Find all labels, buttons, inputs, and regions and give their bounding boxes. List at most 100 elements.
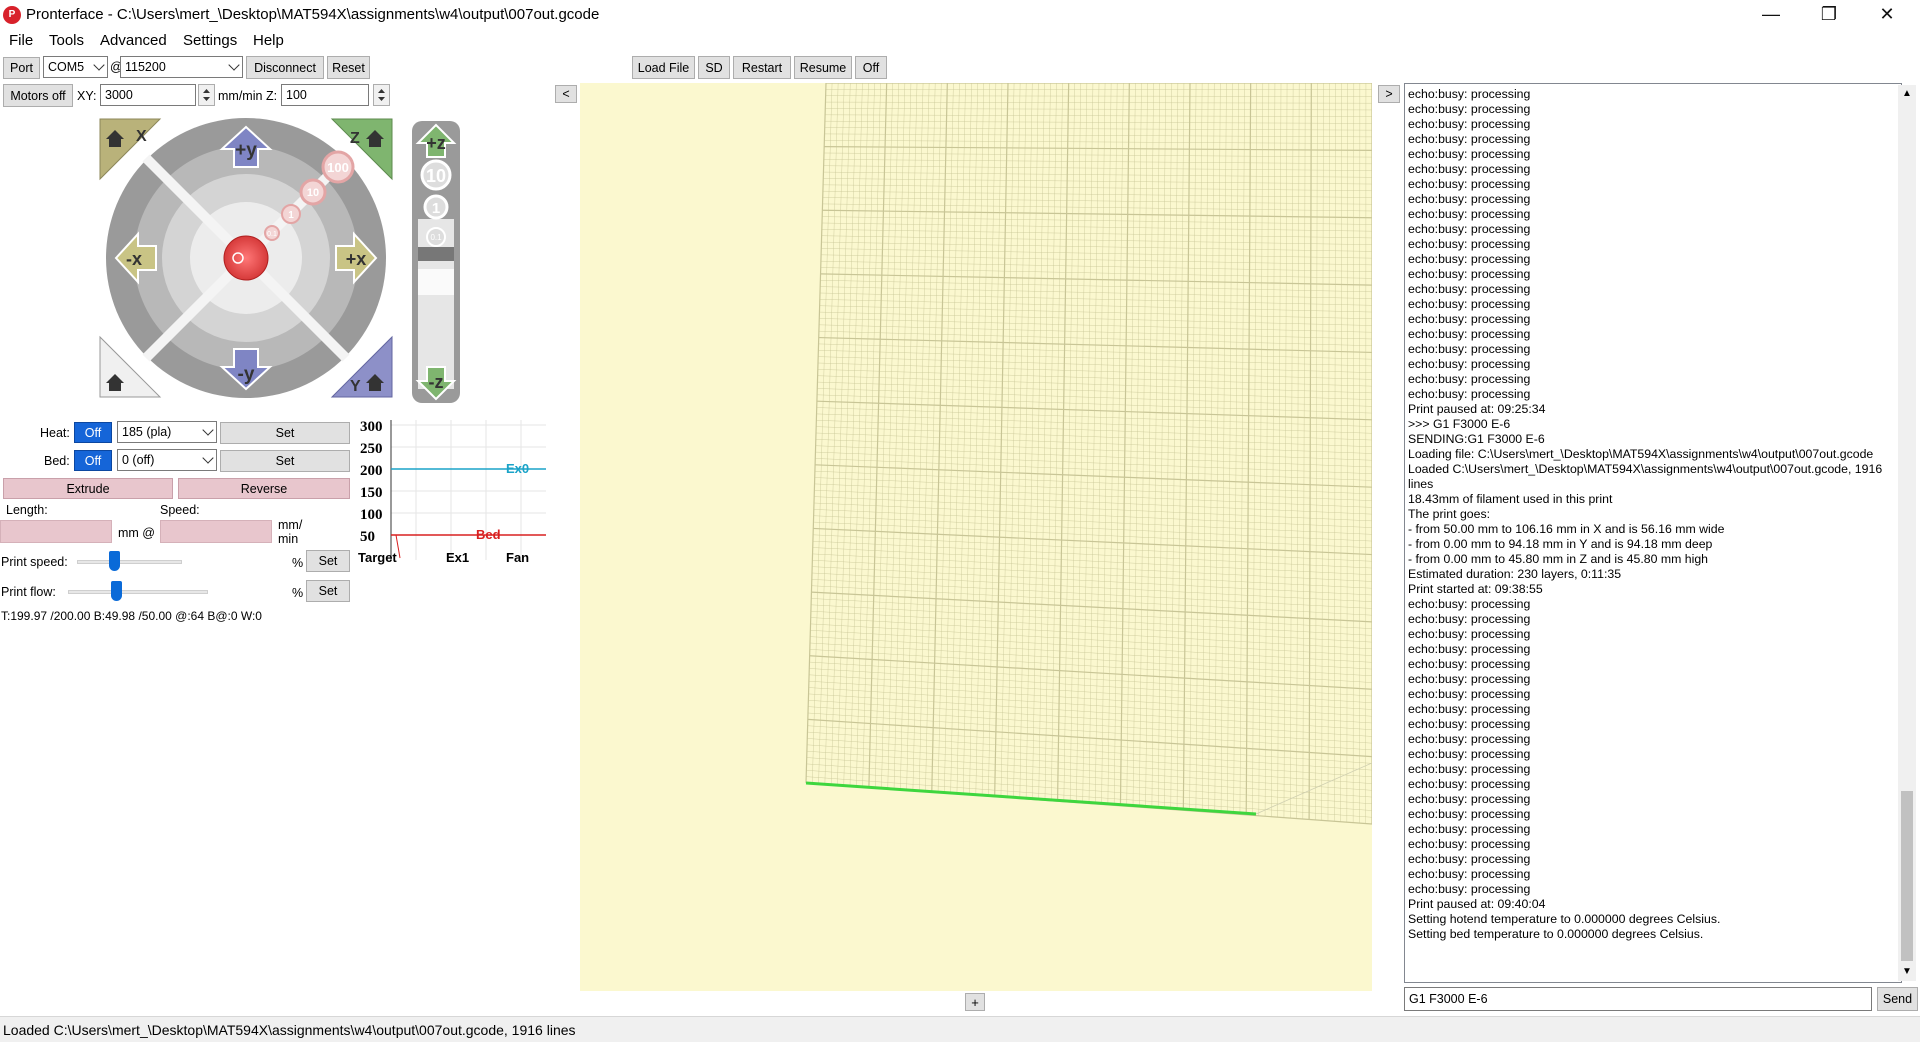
bed-off-button[interactable]: Off (74, 450, 112, 471)
menu-file[interactable]: File (9, 32, 33, 49)
pronterface-logo-icon: P (3, 6, 21, 24)
plus-y-label: +y (235, 140, 257, 161)
maximize-button[interactable]: ❐ (1800, 0, 1858, 29)
menu-advanced[interactable]: Advanced (100, 32, 167, 49)
menu-settings[interactable]: Settings (183, 32, 237, 49)
motors-off-button[interactable]: Motors off (3, 84, 73, 107)
minus-x-label: -x (126, 249, 142, 269)
reverse-button[interactable]: Reverse (178, 478, 350, 499)
console-line: echo:busy: processing (1408, 732, 1531, 746)
minus-z-label: -z (429, 372, 444, 392)
print-flow-set-button[interactable]: Set (306, 580, 350, 602)
scrollbar-thumb[interactable] (1901, 791, 1913, 961)
console-line: echo:busy: processing (1408, 837, 1531, 851)
step-01-label: 0.1 (267, 231, 277, 238)
console-log[interactable]: echo:busy: processing echo:busy: processi… (1404, 83, 1902, 983)
z-jog-control[interactable]: +z -z 10 1 0.1 (410, 119, 462, 405)
console-line: echo:busy: processing (1408, 147, 1531, 161)
command-input[interactable]: G1 F3000 E-6 (1404, 987, 1872, 1011)
legend-target: Target (358, 550, 397, 565)
scroll-up-icon[interactable]: ▲ (1898, 85, 1916, 103)
units-label: mm/min (218, 89, 263, 103)
z-feedrate-input[interactable]: 100 (281, 84, 369, 106)
minimize-button[interactable]: — (1742, 0, 1800, 29)
y-tick-250: 250 (360, 441, 383, 457)
print-speed-track[interactable] (77, 560, 182, 564)
console-line: echo:busy: processing (1408, 597, 1531, 611)
close-button[interactable]: ✕ (1858, 0, 1916, 29)
home-x-label: X (136, 128, 147, 145)
console-line: echo:busy: processing (1408, 882, 1531, 896)
console-line: The print goes: (1408, 507, 1491, 521)
console-line: echo:busy: processing (1408, 312, 1531, 326)
console-line: Print paused at: 09:40:04 (1408, 897, 1546, 911)
sd-button[interactable]: SD (698, 56, 730, 79)
bed-temp-value: 0 (off) (122, 453, 155, 467)
console-line: echo:busy: processing (1408, 192, 1531, 206)
reset-button[interactable]: Reset (327, 56, 370, 79)
add-view-button[interactable]: + (965, 993, 985, 1011)
bed-set-button[interactable]: Set (220, 450, 350, 472)
console-line: echo:busy: processing (1408, 237, 1531, 251)
menu-bar: File Tools Advanced Settings Help (0, 29, 1920, 53)
print-flow-track[interactable] (68, 590, 208, 594)
console-line: lines (1408, 477, 1434, 491)
send-button[interactable]: Send (1877, 987, 1918, 1011)
console-line: echo:busy: processing (1408, 372, 1531, 386)
y-tick-200: 200 (360, 463, 383, 479)
heat-off-button[interactable]: Off (74, 422, 112, 443)
disconnect-button[interactable]: Disconnect (246, 56, 324, 79)
heat-temp-select[interactable]: 185 (pla) (117, 421, 217, 443)
bed-temp-select[interactable]: 0 (off) (117, 449, 217, 471)
console-scrollbar[interactable]: ▲ ▼ (1898, 85, 1916, 981)
console-line: echo:busy: processing (1408, 657, 1531, 671)
speed-input[interactable] (160, 520, 272, 543)
load-file-button[interactable]: Load File (632, 56, 695, 79)
console-line: echo:busy: processing (1408, 627, 1531, 641)
xy-spin-button[interactable] (198, 84, 215, 106)
extrude-button[interactable]: Extrude (3, 478, 173, 499)
restart-button[interactable]: Restart (733, 56, 791, 79)
scroll-down-icon[interactable]: ▼ (1898, 963, 1916, 981)
print-flow-slider[interactable] (110, 581, 122, 601)
console-line: echo:busy: processing (1408, 717, 1531, 731)
console-line: echo:busy: processing (1408, 267, 1531, 281)
collapse-left-button[interactable]: < (555, 85, 577, 103)
console-line: echo:busy: processing (1408, 702, 1531, 716)
xy-label: XY: (77, 89, 97, 103)
print-speed-slider[interactable] (108, 551, 120, 571)
print-speed-percent: % (292, 556, 304, 570)
port-button[interactable]: Port (3, 57, 40, 79)
length-input[interactable] (0, 520, 112, 543)
mm-at-label: mm @ (118, 526, 155, 540)
center-hotend-button[interactable] (223, 235, 269, 281)
heat-set-button[interactable]: Set (220, 422, 350, 444)
console-line: echo:busy: processing (1408, 177, 1531, 191)
console-line: echo:busy: processing (1408, 117, 1531, 131)
xy-jog-control[interactable]: 100 10 1 0.1 +y -y -x +x X Z Y (98, 117, 394, 407)
legend-ex1: Ex1 (446, 550, 469, 565)
xy-feedrate-input[interactable]: 3000 (100, 84, 196, 106)
step-100-label: 100 (327, 160, 349, 175)
home-z-label: Z (350, 130, 360, 147)
menu-help[interactable]: Help (253, 32, 284, 49)
status-text: Loaded C:\Users\mert_\Desktop\MAT594X\as… (3, 1022, 576, 1038)
baud-select[interactable]: 115200 (120, 56, 243, 78)
off-button[interactable]: Off (855, 56, 887, 79)
console-line: echo:busy: processing (1408, 162, 1531, 176)
chevron-down-icon (93, 59, 105, 71)
port-select[interactable]: COM5 (43, 56, 108, 78)
resume-button[interactable]: Resume (794, 56, 852, 79)
length-label: Length: (6, 503, 48, 517)
3d-print-viewport[interactable] (580, 83, 1372, 991)
print-flow-label: Print flow: (1, 585, 56, 599)
console-line: echo:busy: processing (1408, 822, 1531, 836)
print-speed-set-button[interactable]: Set (306, 550, 350, 572)
menu-tools[interactable]: Tools (49, 32, 84, 49)
z-spin-button[interactable] (373, 84, 390, 106)
collapse-right-button[interactable]: > (1378, 85, 1400, 103)
console-line: >>> G1 F3000 E-6 (1408, 417, 1511, 431)
print-speed-label: Print speed: (1, 555, 68, 569)
console-line: echo:busy: processing (1408, 807, 1531, 821)
chevron-down-icon (228, 59, 240, 71)
